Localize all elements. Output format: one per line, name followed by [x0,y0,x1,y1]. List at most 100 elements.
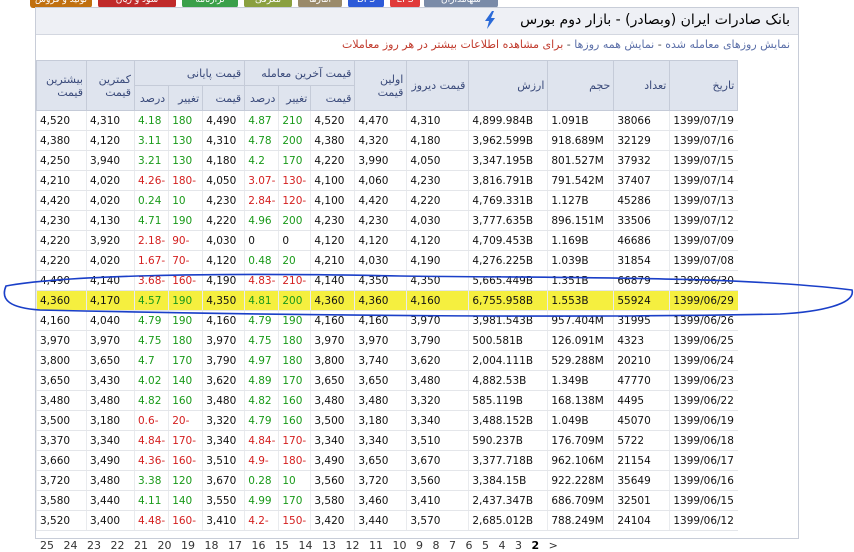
table-row[interactable]: 1399/06/26 31995 957.404M 3,981.543B 3,970 4,… [36,310,738,331]
table-row[interactable]: 1399/07/12 33506 896.151M 3,777.635B 4,030 4,… [36,210,738,231]
col-low[interactable]: کمترین قیمت [86,60,135,111]
cell-count: 32501 [613,490,670,511]
page-link[interactable]: 3 [515,539,522,552]
col-volume[interactable]: حجم [547,60,615,111]
table-row[interactable]: 1399/06/15 32501 686.709M 2,437.347B 3,410 3,… [36,490,738,511]
cell-volume: 1.553B [547,290,614,311]
page-link[interactable]: 20 [158,539,172,552]
page-link[interactable]: 16 [252,539,266,552]
page-link[interactable]: 5 [482,539,489,552]
cell-volume: 957.404M [547,310,614,331]
page-link[interactable]: 25 [40,539,54,552]
cell-count: 37407 [613,170,670,191]
col-count[interactable]: تعداد [613,60,671,111]
table-row[interactable]: 1399/06/19 45070 1.049B 3,488.152B 3,340 3,18… [36,410,738,431]
page-link[interactable]: 22 [111,539,125,552]
page-link[interactable]: 24 [64,539,78,552]
table-row[interactable]: 1399/06/30 66879 1.351B 5,665.449B 4,350 4,35… [36,270,738,291]
page-link[interactable]: 15 [275,539,289,552]
cell-close-price: 4,190 [202,270,245,291]
table-row[interactable]: 1399/06/25 4323 126.091M 500.581B 3,790 3,970… [36,330,738,351]
cell-prev-price: 3,970 [406,310,469,331]
col-date[interactable]: تاریخ [669,60,739,111]
col-last-price[interactable]: قیمت [310,85,356,111]
page-link[interactable]: 21 [134,539,148,552]
cell-close-price: 3,410 [202,510,245,531]
show-all-days-link[interactable]: نمایش همه روزها [574,38,654,51]
page-link[interactable]: 4 [499,539,506,552]
table-row[interactable]: 1399/07/14 37407 791.542M 3,816.791B 4,230 4,… [36,170,738,191]
cell-count: 24104 [613,510,670,531]
table-row[interactable]: 1399/06/29 55924 1.553B 6,755.958B 4,160 4,36… [36,290,738,311]
col-close-change[interactable]: تغییر [168,85,204,111]
table-row[interactable]: 1399/06/23 47770 1.349B 4,882.53B 3,480 3,650… [36,370,738,391]
table-row[interactable]: 1399/06/16 35649 922.228M 3,384.15B 3,560 3,7… [36,470,738,491]
table-row[interactable]: 1399/07/19 38066 1.091B 4,899.984B 4,310 4,47… [36,110,738,131]
table-row[interactable]: 1399/07/09 46686 1.169B 4,709.453B 4,120 4,12… [36,230,738,251]
page-link[interactable]: 6 [466,539,473,552]
page-link[interactable]: 13 [322,539,336,552]
cell-close-price: 4,160 [202,310,245,331]
cell-close-percent: -4.26 [133,170,169,191]
cell-close-percent: 4.11 [133,490,169,511]
page-link[interactable]: 19 [181,539,195,552]
cell-volume: 1.351B [547,270,614,291]
cell-first-price: 4,230 [354,210,407,231]
page-link[interactable]: 17 [228,539,242,552]
table-row[interactable]: 1399/06/18 5722 176.709M 590.237B 3,510 3,340… [36,430,738,451]
page-link[interactable]: 10 [393,539,407,552]
table-row[interactable]: 1399/07/08 31854 1.039B 4,276.225B 4,190 4,03… [36,250,738,271]
cell-high: 4,520 [36,110,87,131]
cell-last-change: -210 [278,270,311,291]
page-link[interactable]: 7 [449,539,456,552]
cell-last-percent: 4.96 [244,210,279,231]
page-link[interactable]: 12 [346,539,360,552]
show-traded-days-link[interactable]: نمایش روزهای معامله شده [665,38,790,51]
cell-first-price: 3,180 [354,410,407,431]
lightning-icon [485,11,495,29]
table-row[interactable]: 1399/06/22 4495 168.138M 585.119B 3,320 3,480… [36,390,738,411]
cell-first-price: 3,650 [354,450,407,471]
page-link[interactable]: 23 [87,539,101,552]
cell-date: 1399/06/22 [669,390,738,411]
col-prev-price[interactable]: قیمت دیروز [406,60,470,111]
cell-date: 1399/06/15 [669,490,738,511]
cell-last-percent: 4.89 [244,370,279,391]
table-row[interactable]: 1399/07/16 32129 918.689M 3,962.599B 4,180 4,… [36,130,738,151]
col-close-price[interactable]: قیمت [202,85,246,111]
cell-first-price: 3,990 [354,150,407,171]
page-link[interactable]: 8 [433,539,440,552]
col-value[interactable]: ارزش [468,60,549,111]
page-link[interactable]: 11 [369,539,383,552]
page-link[interactable]: 9 [416,539,423,552]
cell-close-change: 140 [168,490,203,511]
cell-last-price: 3,490 [310,450,355,471]
table-row[interactable]: 1399/07/13 45286 1.127B 4,769.331B 4,220 4,42… [36,190,738,211]
next-page-link[interactable]: > [549,539,558,552]
col-last-percent[interactable]: درصد [244,85,280,111]
page-link[interactable]: 18 [205,539,219,552]
cell-close-change: 190 [168,210,203,231]
cell-last-price: 4,230 [310,210,355,231]
cell-close-price: 3,320 [202,410,245,431]
cell-count: 46686 [613,230,670,251]
col-last-change[interactable]: تغییر [278,85,312,111]
table-row[interactable]: 1399/06/24 20210 529.288M 2,004.111B 3,620 3,… [36,350,738,371]
cell-value: 5,665.449B [468,270,548,291]
cell-first-price: 3,440 [354,510,407,531]
cell-prev-price: 4,350 [406,270,469,291]
col-first-price[interactable]: اولین قیمت [354,60,408,111]
cell-value: 3,981.543B [468,310,548,331]
cell-close-percent: 4.82 [133,390,169,411]
col-high[interactable]: بیشترین قیمت [36,60,87,111]
col-close-percent[interactable]: درصد [133,85,170,111]
table-row[interactable]: 1399/07/15 37932 801.527M 3,347.195B 4,050 3,… [36,150,738,171]
cell-count: 31854 [613,250,670,271]
cell-close-percent: 3.38 [133,470,169,491]
table-row[interactable]: 1399/06/12 24104 788.249M 2,685.012B 3,570 3,… [36,510,738,531]
cell-volume: 1.349B [547,370,614,391]
cell-low: 3,340 [86,430,135,451]
table-row[interactable]: 1399/06/17 21154 962.106M 3,377.718B 3,670 3,… [36,450,738,471]
page-link[interactable]: 14 [299,539,313,552]
cell-value: 3,777.635B [468,210,548,231]
